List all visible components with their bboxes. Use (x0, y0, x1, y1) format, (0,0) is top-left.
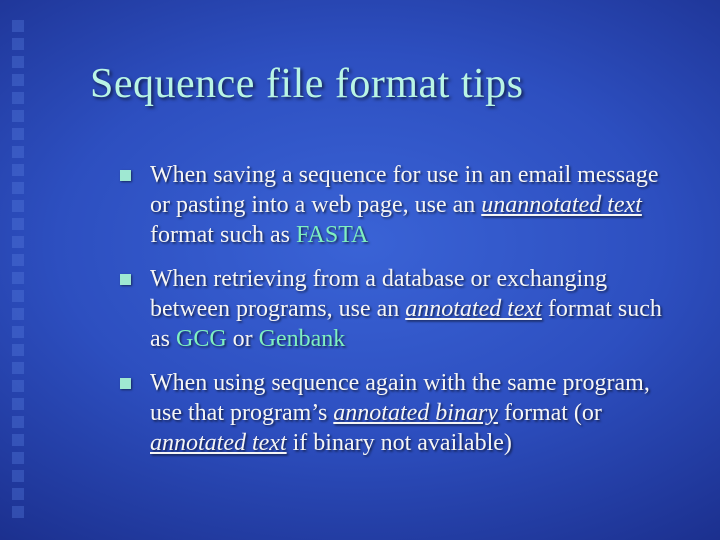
format-gcg: GCG (176, 326, 227, 352)
bullet-icon (120, 274, 131, 285)
slide-title: Sequence file format tips (90, 60, 524, 108)
text-run: format (or (498, 400, 602, 426)
format-fasta: FASTA (296, 222, 368, 248)
text-run: if binary not available) (287, 430, 512, 456)
bullet-item-3: When using sequence again with the same … (120, 368, 670, 458)
slide: Sequence file format tips When saving a … (0, 0, 720, 540)
format-genbank: Genbank (259, 326, 346, 352)
emphasis-annotated-text: annotated text (405, 296, 542, 322)
bullet-icon (120, 378, 131, 389)
emphasis-unannotated-text: unannotated text (481, 192, 642, 218)
text-run: format such as (150, 222, 296, 248)
slide-body: When saving a sequence for use in an ema… (120, 160, 670, 472)
bullet-item-2: When retrieving from a database or excha… (120, 264, 670, 354)
text-run: or (227, 326, 259, 352)
bullet-icon (120, 170, 131, 181)
bullet-item-1: When saving a sequence for use in an ema… (120, 160, 670, 250)
decorative-squares-column (12, 20, 24, 518)
emphasis-annotated-text: annotated text (150, 430, 287, 456)
emphasis-annotated-binary: annotated binary (333, 400, 498, 426)
